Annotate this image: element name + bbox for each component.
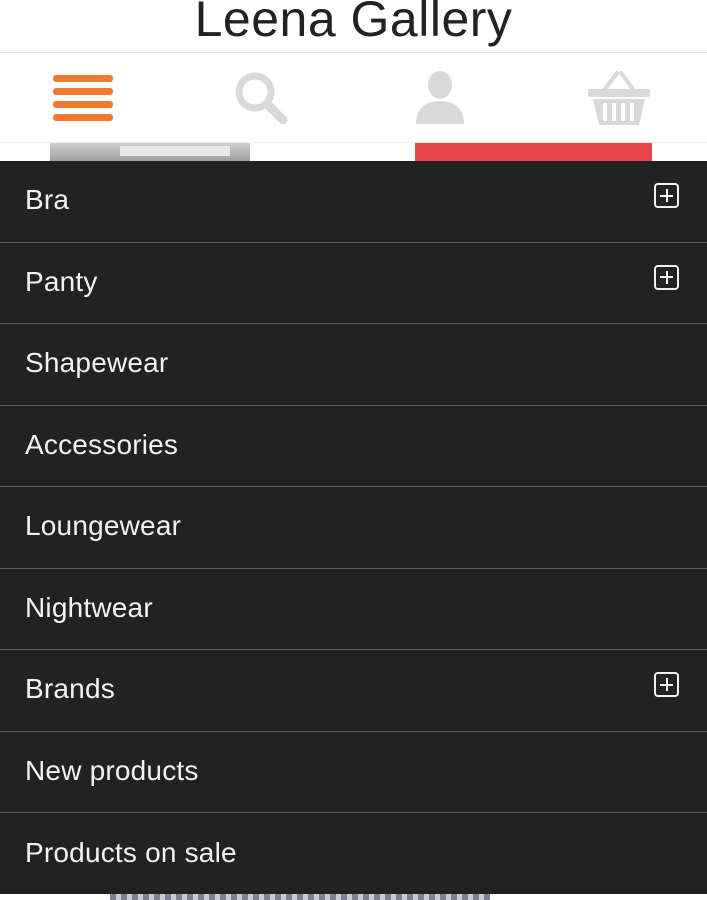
menu-item-label: Bra (25, 184, 70, 216)
toolbar (0, 53, 707, 143)
menu-item-label: Shapewear (25, 347, 169, 379)
menu-item-loungewear[interactable]: Loungewear (0, 487, 707, 569)
hamburger-menu-icon (53, 75, 113, 121)
menu-item-nightwear[interactable]: Nightwear (0, 569, 707, 650)
menu-item-label: Loungewear (25, 510, 182, 542)
expand-plus-icon[interactable] (654, 264, 679, 290)
cart-button[interactable] (559, 53, 679, 143)
site-title[interactable]: Leena Gallery (0, 0, 707, 52)
menu-item-label: Brands (25, 673, 115, 705)
account-icon (416, 71, 464, 124)
navigation-drawer: Bra Panty Shapewear Accessories Loungewe… (0, 161, 707, 894)
shopping-basket-icon (588, 71, 650, 125)
background-promo-banner (415, 143, 652, 163)
search-icon (235, 72, 288, 125)
menu-item-new-products[interactable]: New products (0, 732, 707, 813)
expand-plus-icon[interactable] (654, 183, 679, 208)
menu-item-panty[interactable]: Panty (0, 243, 707, 324)
menu-item-accessories[interactable]: Accessories (0, 406, 707, 487)
menu-item-shapewear[interactable]: Shapewear (0, 324, 707, 406)
search-button[interactable] (201, 53, 321, 143)
expand-plus-icon[interactable] (654, 672, 679, 697)
menu-item-bra[interactable]: Bra (0, 161, 707, 243)
background-product-image (50, 143, 250, 163)
menu-item-brands[interactable]: Brands (0, 650, 707, 732)
menu-item-label: Products on sale (25, 836, 237, 868)
menu-item-label: Nightwear (25, 591, 153, 623)
menu-item-products-on-sale[interactable]: Products on sale (0, 813, 707, 895)
menu-item-label: New products (25, 754, 199, 786)
account-button[interactable] (380, 53, 500, 143)
menu-item-label: Panty (25, 265, 98, 297)
menu-item-label: Accessories (25, 428, 179, 460)
menu-toggle-button[interactable] (23, 53, 143, 143)
